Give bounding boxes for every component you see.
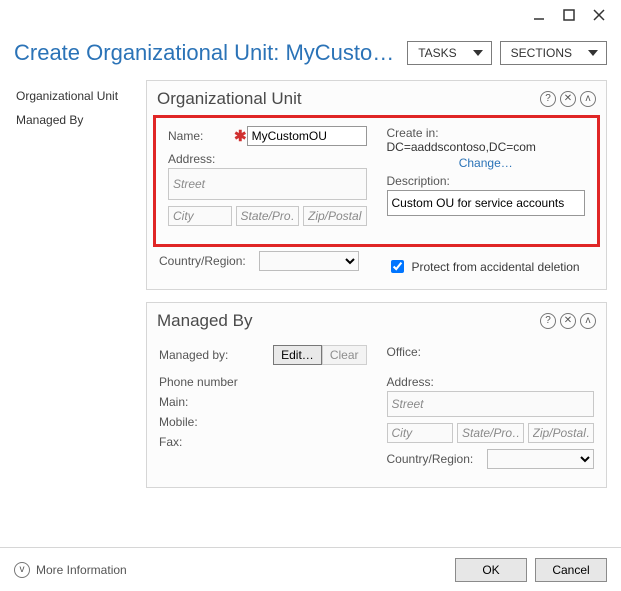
chevron-down-icon	[588, 50, 598, 56]
description-input[interactable]	[387, 190, 586, 216]
mobile-label: Mobile:	[159, 415, 367, 429]
zip-input[interactable]	[303, 206, 367, 226]
page-title: Create Organizational Unit: MyCusto…	[14, 40, 399, 66]
managed-by-label: Managed by:	[159, 348, 249, 362]
protect-checkbox[interactable]	[391, 260, 404, 273]
change-link[interactable]: Change…	[459, 156, 513, 170]
panel-title: Organizational Unit	[157, 89, 540, 109]
required-asterisk-icon: ✱	[234, 127, 247, 145]
close-icon[interactable]	[593, 9, 605, 24]
description-label: Description:	[387, 174, 586, 188]
name-input[interactable]	[247, 126, 367, 146]
mb-zip-input[interactable]	[528, 423, 595, 443]
main-label: Main:	[159, 395, 367, 409]
help-icon[interactable]: ?	[540, 91, 556, 107]
address-label: Address:	[168, 152, 367, 166]
create-in-label: Create in:	[387, 126, 439, 140]
minimize-icon[interactable]	[533, 9, 545, 24]
more-information-label[interactable]: More Information	[36, 563, 127, 577]
office-label: Office:	[387, 345, 453, 359]
protect-label: Protect from accidental deletion	[412, 260, 580, 274]
city-input[interactable]	[168, 206, 232, 226]
country-select[interactable]	[259, 251, 359, 271]
ok-button[interactable]: OK	[455, 558, 527, 582]
phone-number-label: Phone number	[159, 375, 367, 389]
clear-button[interactable]: Clear	[322, 345, 367, 365]
sections-dropdown[interactable]: SECTIONS	[500, 41, 607, 65]
close-panel-icon[interactable]: ✕	[560, 313, 576, 329]
help-icon[interactable]: ?	[540, 313, 556, 329]
close-panel-icon[interactable]: ✕	[560, 91, 576, 107]
panel-title: Managed By	[157, 311, 540, 331]
nav-managed-by[interactable]: Managed By	[14, 108, 146, 132]
managed-by-panel: Managed By ? ✕ ʌ Managed by: Edit… Clear	[146, 302, 607, 488]
chevron-down-icon	[473, 50, 483, 56]
country-label: Country/Region:	[159, 254, 259, 268]
create-in-value: DC=aaddscontoso,DC=com	[387, 140, 536, 154]
edit-button[interactable]: Edit…	[273, 345, 322, 365]
state-input[interactable]	[236, 206, 300, 226]
collapse-icon[interactable]: ʌ	[580, 91, 596, 107]
mb-city-input[interactable]	[387, 423, 454, 443]
fax-label: Fax:	[159, 435, 367, 449]
organizational-unit-panel: Organizational Unit ? ✕ ʌ Name: ✱ Ad	[146, 80, 607, 290]
tasks-dropdown[interactable]: TASKS	[407, 41, 491, 65]
mb-country-label: Country/Region:	[387, 452, 487, 466]
expand-icon[interactable]: v	[14, 562, 30, 578]
mb-address-label: Address:	[387, 375, 595, 389]
highlighted-region: Name: ✱ Address:	[153, 115, 600, 247]
collapse-icon[interactable]: ʌ	[580, 313, 596, 329]
name-label: Name:	[168, 129, 234, 143]
maximize-icon[interactable]	[563, 9, 575, 24]
nav-organizational-unit[interactable]: Organizational Unit	[14, 84, 146, 108]
mb-country-select[interactable]	[487, 449, 595, 469]
mb-street-input[interactable]	[387, 391, 595, 417]
cancel-button[interactable]: Cancel	[535, 558, 607, 582]
street-input[interactable]	[168, 168, 367, 200]
mb-state-input[interactable]	[457, 423, 524, 443]
